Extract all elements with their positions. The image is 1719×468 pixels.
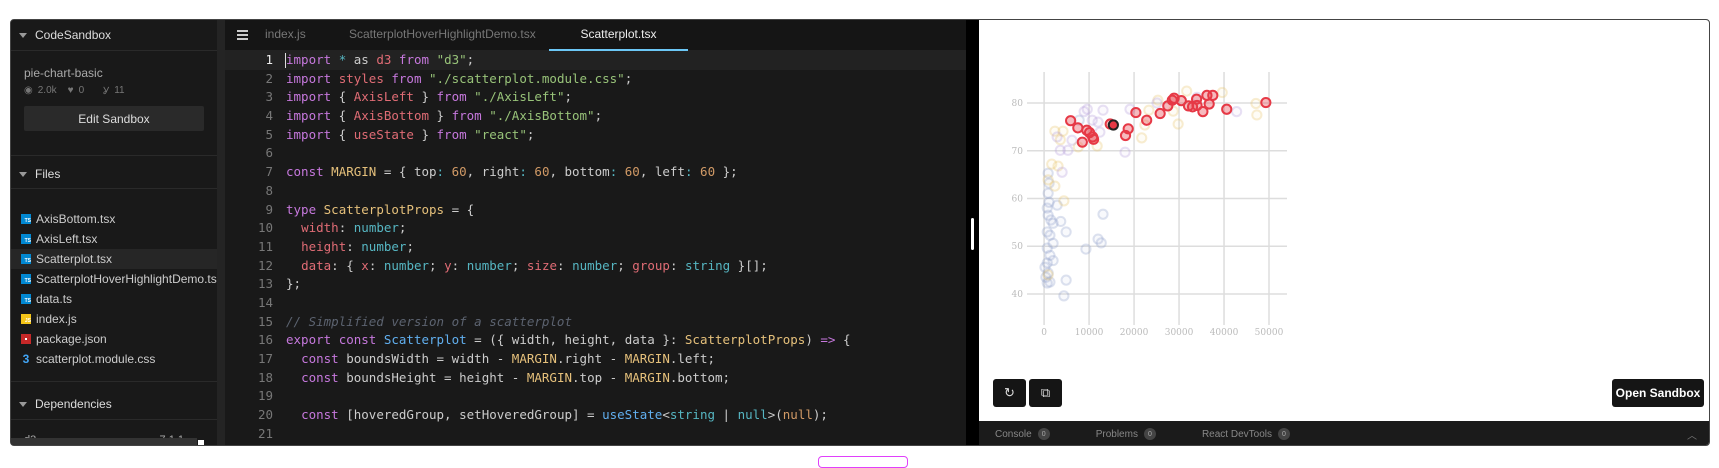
data-point-purple	[1051, 131, 1063, 143]
data-point-red	[1203, 98, 1215, 110]
scatterplot-chart: 40 50 60 70 80 0 10000 20000 30000 40000 50000	[1012, 72, 1287, 338]
data-point-yellow	[1042, 269, 1054, 281]
data-point-blue	[1058, 290, 1070, 302]
data-point-purple	[1231, 106, 1243, 118]
data-point-purple	[1062, 144, 1074, 156]
data-point-purple	[1081, 103, 1093, 115]
data-point-purple	[1056, 166, 1068, 178]
data-point-yellow	[1143, 104, 1155, 116]
data-point-red	[1141, 114, 1153, 126]
data-point-yellow	[1251, 109, 1263, 121]
x-tick-label: 40000	[1210, 328, 1239, 338]
data-point-yellow	[1250, 97, 1262, 110]
y-tick-label: 70	[1012, 147, 1024, 157]
data-point-purple	[1119, 146, 1131, 158]
data-point-red	[1076, 136, 1088, 148]
highlight-box	[818, 456, 908, 468]
data-point-purple	[1066, 134, 1078, 146]
data-point-red	[1087, 133, 1100, 145]
x-tick-label: 50000	[1255, 328, 1284, 338]
data-point-red	[1130, 106, 1142, 119]
data-point-blue	[1060, 274, 1072, 286]
y-tick-label: 80	[1012, 99, 1024, 109]
data-point-blue	[1060, 226, 1072, 238]
data-point-yellow	[1181, 85, 1193, 97]
data-point-yellow	[1058, 195, 1070, 207]
x-tick-label: 30000	[1165, 328, 1194, 338]
data-point-yellow	[1216, 86, 1228, 99]
x-tick-label: 0	[1041, 328, 1047, 338]
x-tick-label: 10000	[1075, 328, 1104, 338]
data-point-red	[1107, 119, 1119, 131]
y-tick-label: 60	[1012, 195, 1024, 205]
data-point-red	[1221, 103, 1233, 115]
data-point-red	[1119, 129, 1132, 142]
data-point-purple	[1151, 97, 1163, 109]
data-point-yellow	[1042, 174, 1054, 186]
y-tick-label: 40	[1012, 290, 1024, 300]
x-tick-label: 20000	[1120, 328, 1149, 338]
data-point-red	[1072, 122, 1084, 134]
data-point-blue	[1080, 243, 1092, 255]
y-tick-label: 50	[1012, 242, 1024, 252]
data-point-purple	[1097, 104, 1109, 116]
data-point-red	[1154, 107, 1166, 120]
data-point-red	[1260, 96, 1272, 109]
data-point-purple	[1092, 116, 1104, 128]
data-point-blue	[1097, 208, 1109, 220]
data-point-blue	[1095, 237, 1107, 249]
data-point-blue	[1055, 215, 1067, 228]
data-point-yellow	[1136, 132, 1148, 144]
data-point-yellow	[1172, 118, 1184, 130]
